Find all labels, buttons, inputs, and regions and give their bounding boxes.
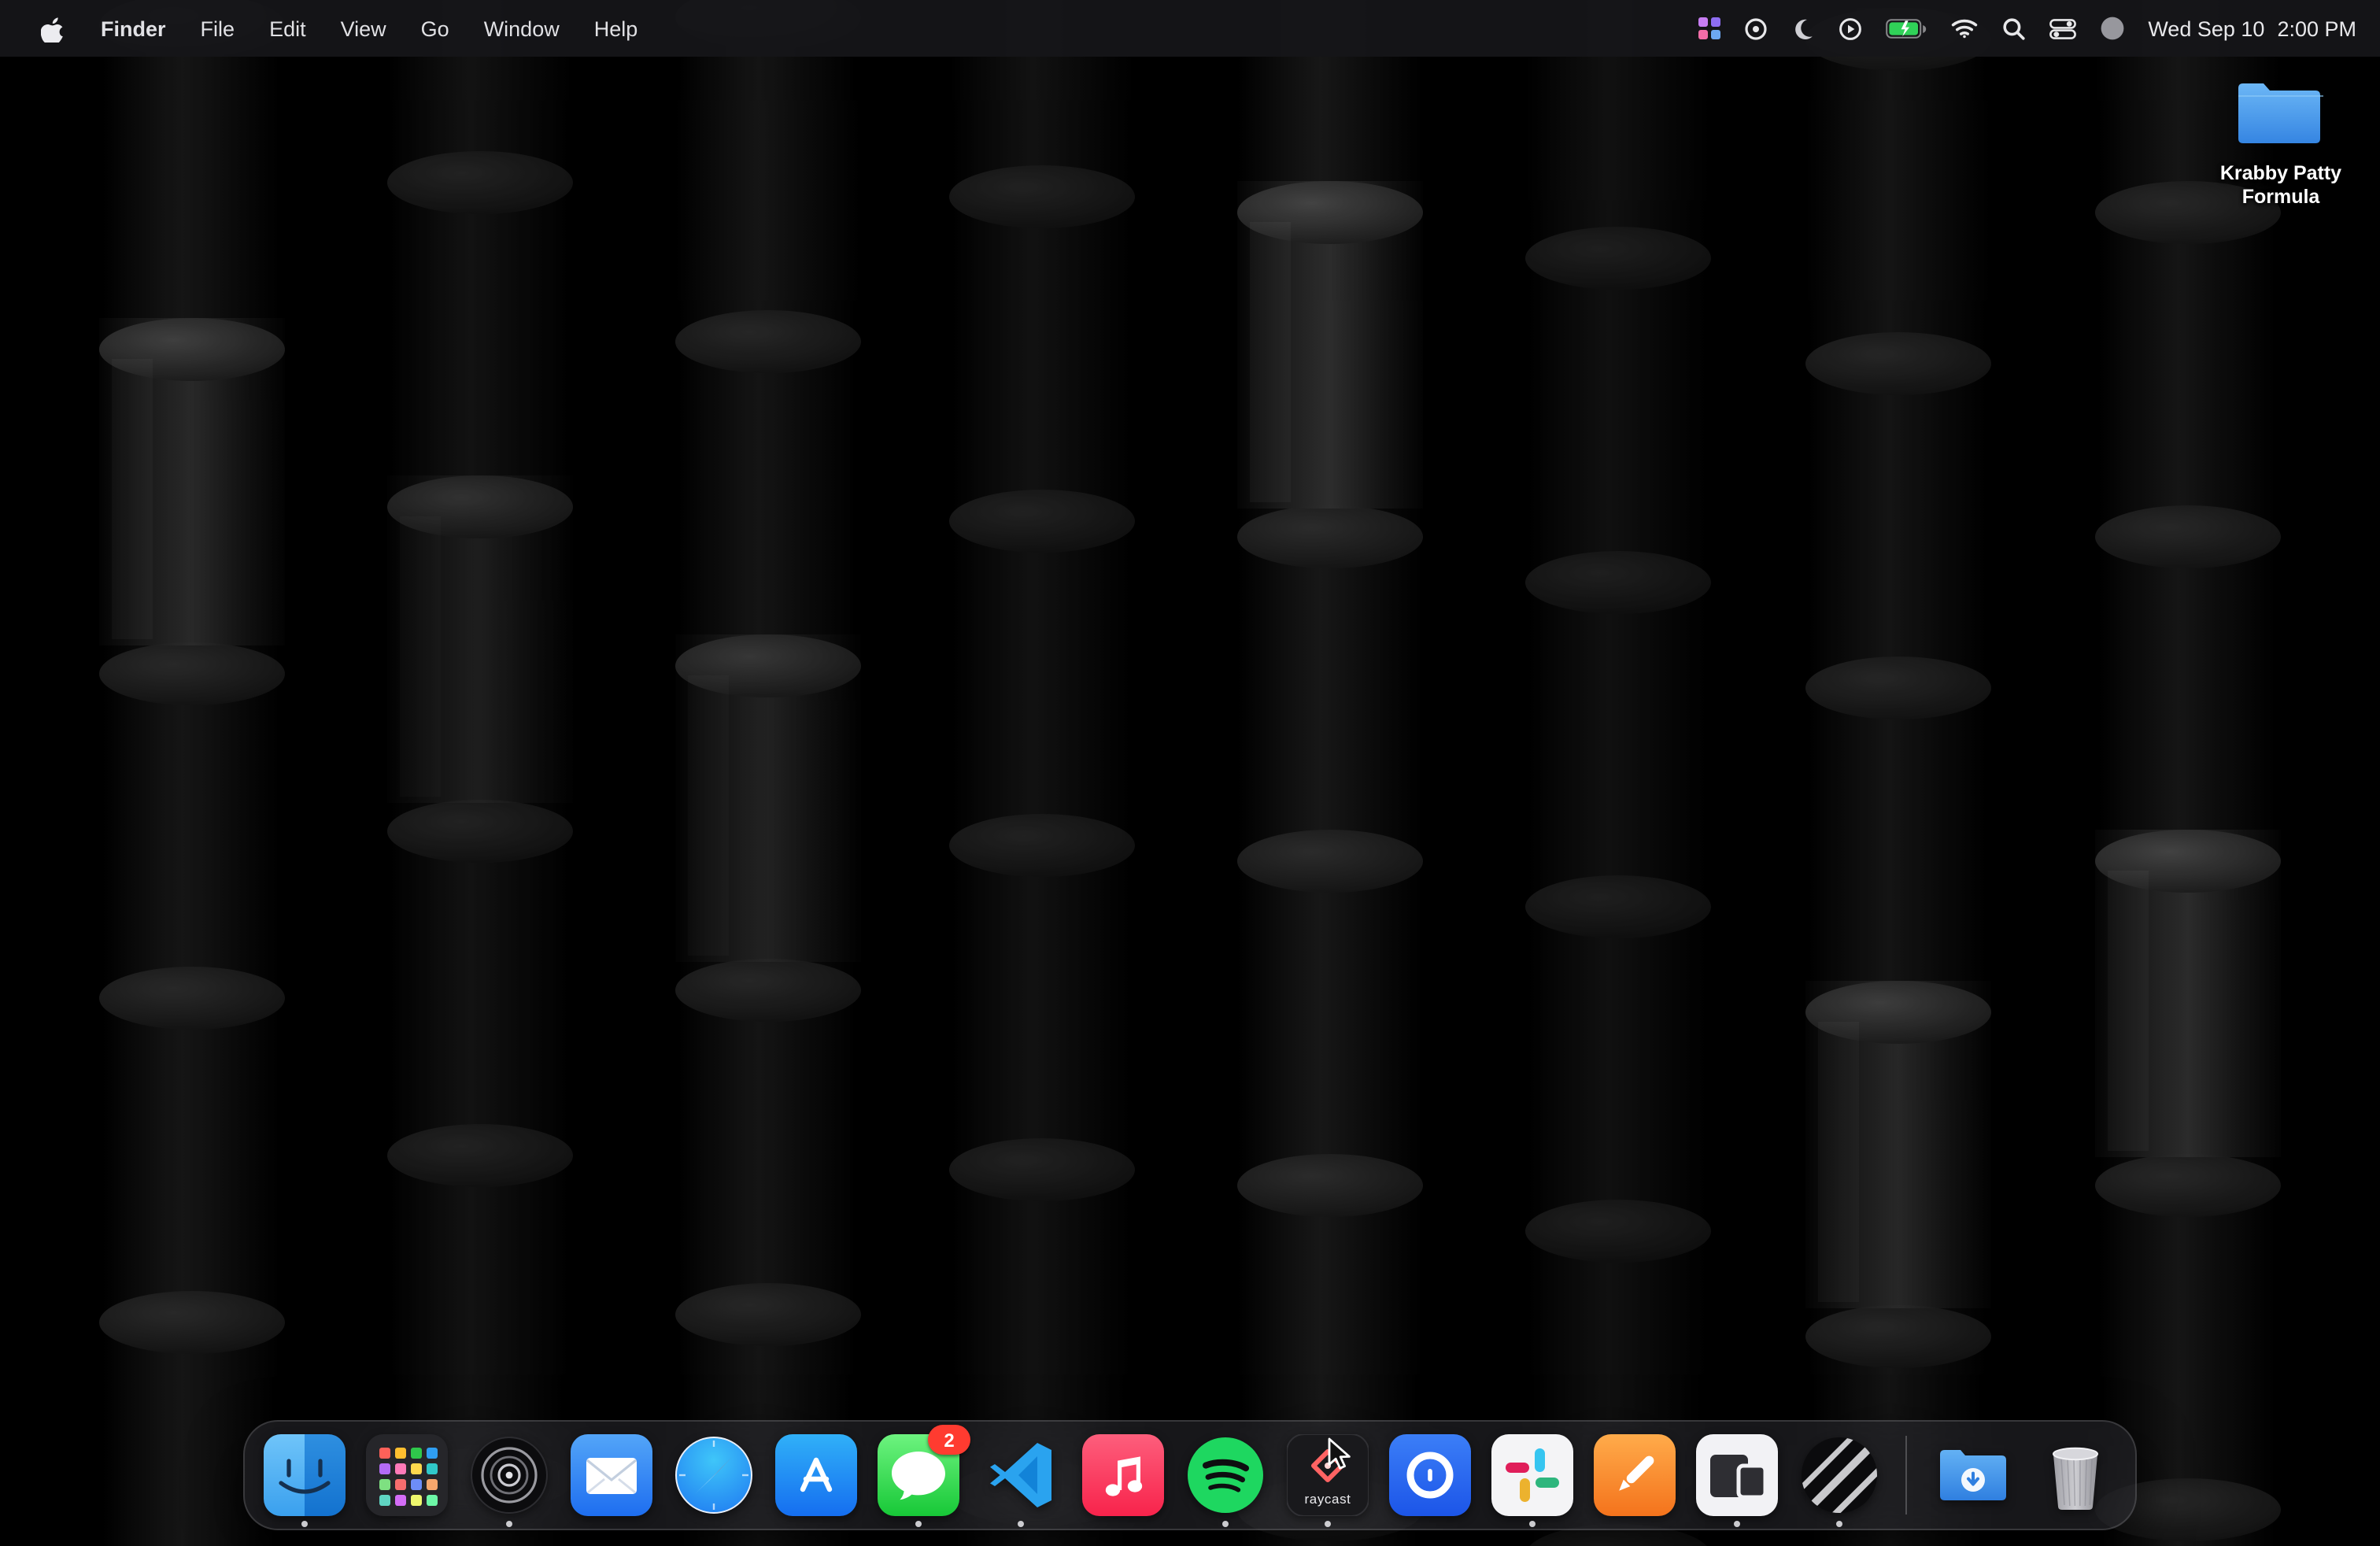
menu-item-file[interactable]: File (183, 17, 253, 40)
apple-menu[interactable] (22, 15, 83, 42)
menu-item-view[interactable]: View (323, 17, 404, 40)
music-icon (1082, 1434, 1164, 1516)
wifi-icon[interactable] (1949, 17, 1978, 39)
dock-divider (1905, 1436, 1907, 1515)
dock-item-1password[interactable] (1389, 1434, 1471, 1516)
safari-icon (673, 1434, 755, 1516)
menubar-extra-play-icon[interactable] (1838, 17, 1861, 40)
finder-icon (264, 1434, 346, 1516)
concentric-rings-icon (468, 1434, 550, 1516)
mouse-cursor (1327, 1437, 1358, 1472)
dock-item-mail[interactable] (571, 1434, 652, 1516)
dock-item-messages[interactable]: 2 (878, 1434, 959, 1516)
notification-badge: 2 (928, 1425, 970, 1455)
dock-item-striped-sphere-app[interactable] (1798, 1434, 1880, 1516)
desktop-icon-krabby-patty-formula[interactable]: Krabby Patty Formula (2194, 76, 2367, 209)
orange-pen-icon (1594, 1434, 1676, 1516)
spotlight-search-icon[interactable] (2001, 17, 2025, 40)
menubar-extra-ring-icon[interactable] (1743, 17, 1767, 40)
dock-item-pen-app[interactable] (1594, 1434, 1676, 1516)
apple-icon (41, 15, 65, 42)
striped-sphere-icon (1798, 1434, 1880, 1516)
menu-item-go[interactable]: Go (404, 17, 467, 40)
dock-item-finder[interactable] (264, 1434, 346, 1516)
dock-item-trash[interactable] (2034, 1434, 2116, 1516)
dock-item-downloads[interactable] (1932, 1434, 2014, 1516)
dock-item-rings-app[interactable] (468, 1434, 550, 1516)
devices-icon (1696, 1434, 1778, 1516)
menu-bar: Finder File Edit View Go Window Help (0, 0, 2380, 57)
vscode-icon (980, 1434, 1062, 1516)
dock-item-music[interactable] (1082, 1434, 1164, 1516)
menu-item-finder[interactable]: Finder (83, 17, 183, 40)
control-center-icon[interactable] (2049, 18, 2075, 39)
desktop: Finder File Edit View Go Window Help (0, 0, 2380, 1546)
battery-icon[interactable] (1885, 18, 1926, 39)
dock: 2 (243, 1420, 2137, 1530)
menu-item-edit[interactable]: Edit (252, 17, 323, 40)
spotify-icon (1184, 1434, 1266, 1516)
dock-item-vscode[interactable] (980, 1434, 1062, 1516)
clock-date: Wed Sep 10 (2148, 17, 2264, 40)
menu-bar-status-area: Wed Sep 10 2:00 PM (1698, 16, 2380, 41)
mail-icon (571, 1434, 652, 1516)
1password-icon (1389, 1434, 1471, 1516)
menubar-user-circle-icon[interactable] (2099, 16, 2124, 41)
dock-item-devices-app[interactable] (1696, 1434, 1778, 1516)
dock-item-spotify[interactable] (1184, 1434, 1266, 1516)
slack-icon (1491, 1434, 1573, 1516)
menubar-clock[interactable]: Wed Sep 10 2:00 PM (2148, 17, 2356, 40)
raycast-icon-label: raycast (1287, 1491, 1369, 1507)
dock-item-launchpad[interactable] (366, 1434, 448, 1516)
app-store-icon (775, 1434, 857, 1516)
clock-time: 2:00 PM (2277, 17, 2356, 40)
menu-bar-left: Finder File Edit View Go Window Help (0, 15, 655, 42)
folder-icon (2235, 76, 2326, 148)
dock-item-slack[interactable] (1491, 1434, 1573, 1516)
trash-icon (2034, 1434, 2116, 1516)
dock-item-app-store[interactable] (775, 1434, 857, 1516)
menubar-extra-moon-icon[interactable] (1791, 17, 1814, 40)
menubar-extra-grid-icon[interactable] (1698, 17, 1720, 39)
desktop-icon-label: Krabby Patty Formula (2194, 162, 2367, 209)
downloads-folder-icon (1932, 1434, 2014, 1516)
menu-item-window[interactable]: Window (467, 17, 577, 40)
dock-item-safari[interactable] (673, 1434, 755, 1516)
launchpad-icon (366, 1434, 448, 1516)
menu-item-help[interactable]: Help (577, 17, 656, 40)
wallpaper (0, 0, 2380, 1546)
